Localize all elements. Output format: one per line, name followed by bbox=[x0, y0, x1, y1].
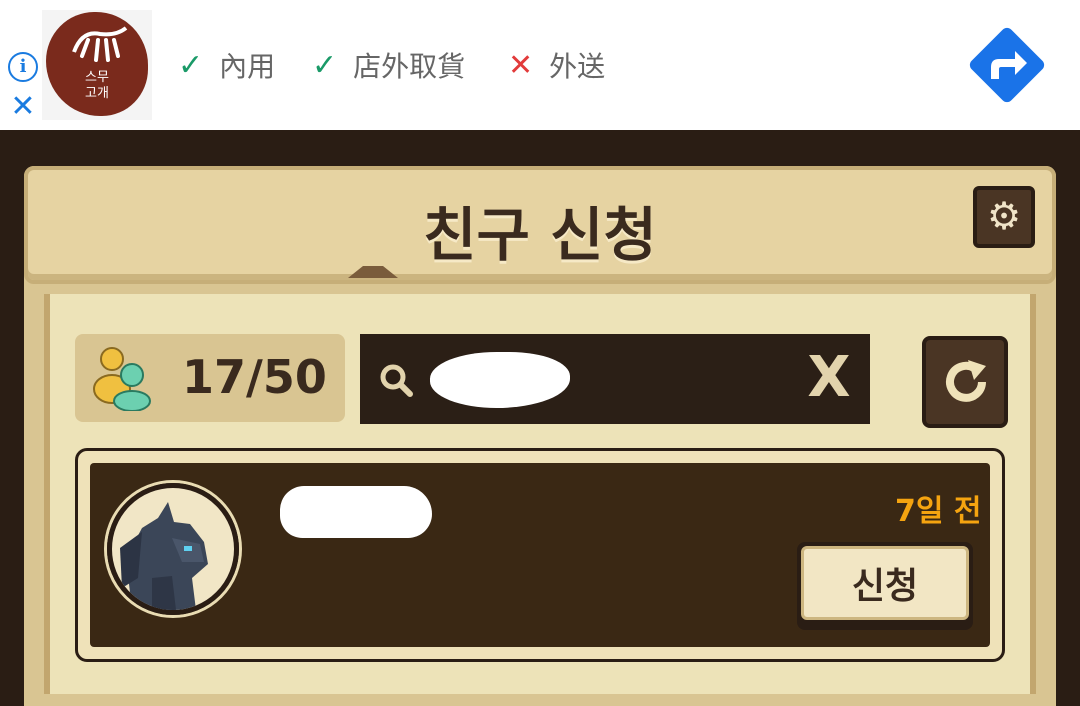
apply-button-label: 신청 bbox=[851, 566, 919, 607]
info-icon[interactable]: i bbox=[8, 52, 38, 82]
feature-delivery: ✕ 外送 bbox=[508, 45, 605, 85]
dragon-avatar-icon bbox=[120, 502, 208, 610]
request-time: 7일 전 bbox=[895, 494, 982, 529]
feature-pickup: ✓ 店外取貨 bbox=[312, 45, 465, 85]
clear-search-button[interactable]: X bbox=[804, 350, 854, 406]
apply-button[interactable]: 신청 bbox=[797, 542, 973, 630]
logo-text-2: 고개 bbox=[85, 86, 109, 101]
cross-icon: ✕ bbox=[508, 47, 534, 83]
redacted-user-name bbox=[280, 486, 432, 538]
feature-label: 內用 bbox=[219, 50, 276, 83]
page-title: 친구 신청 bbox=[423, 201, 657, 269]
directions-icon[interactable] bbox=[965, 23, 1049, 107]
check-icon: ✓ bbox=[178, 47, 204, 83]
ad-logo: 스무 고개 bbox=[42, 10, 152, 120]
close-icon[interactable]: ✕ bbox=[8, 92, 38, 122]
friends-icon bbox=[93, 347, 151, 411]
settings-button[interactable]: ⚙ bbox=[973, 186, 1035, 248]
logo-text-1: 스무 bbox=[85, 70, 109, 85]
search-icon bbox=[380, 364, 413, 397]
feature-dine-in: ✓ 內用 bbox=[178, 45, 275, 85]
refresh-icon bbox=[946, 360, 986, 402]
check-icon: ✓ bbox=[312, 47, 338, 83]
logo-brush-mark bbox=[72, 26, 128, 62]
gear-icon: ⚙ bbox=[986, 194, 1022, 238]
ad-banner[interactable]: i ✕ 스무 고개 ✓ 內用 ✓ 店外取貨 ✕ 外送 bbox=[0, 0, 1080, 130]
feature-label: 店外取貨 bbox=[353, 50, 466, 83]
feature-label: 外送 bbox=[549, 50, 606, 83]
friend-count: 17/50 bbox=[182, 350, 327, 404]
refresh-button[interactable] bbox=[922, 336, 1008, 428]
avatar[interactable] bbox=[107, 483, 239, 615]
title-bar: 친구 신청 bbox=[24, 166, 1056, 284]
